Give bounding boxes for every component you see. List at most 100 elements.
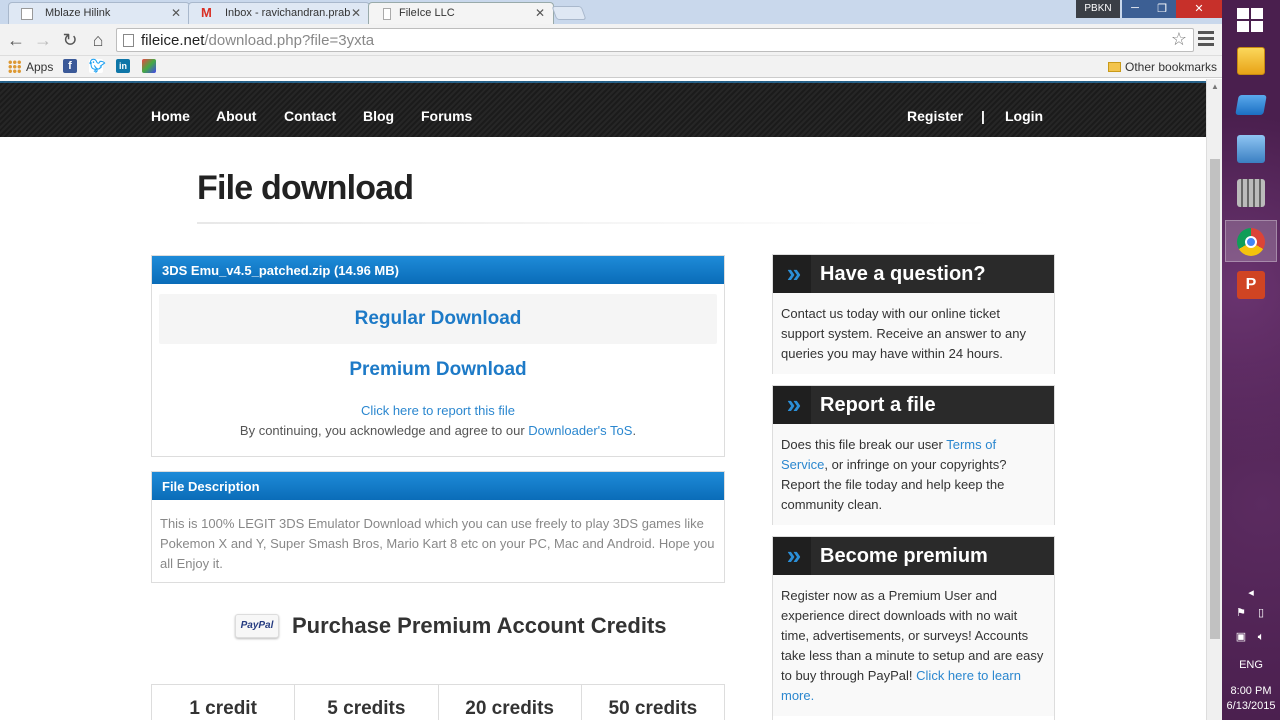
nav-blog[interactable]: Blog [363,108,394,124]
tab-title: FileIce LLC [399,7,455,19]
report-box: » Report a file Does this file break our… [772,385,1055,525]
credit-option-20[interactable]: 20 credits [439,685,582,720]
profile-badge[interactable]: PBKN [1076,0,1120,18]
bookmarks-bar: Apps f 🐦︎ in Other bookmarks [0,56,1222,78]
file-explorer-icon [1237,47,1265,75]
tray-icons-row-1: ⚑ ▯ [1222,606,1280,619]
address-bar[interactable]: fileice.net/download.php?file=3yxta ☆ [116,28,1194,52]
tab-mblaze[interactable]: Mblaze Hilink ✕ [8,2,190,24]
page-icon [123,34,134,47]
taskbar-app-3[interactable] [1225,128,1277,170]
page-icon [383,8,391,20]
nav-about[interactable]: About [216,108,256,124]
remote-desktop-icon [1237,135,1265,163]
page-viewport: Home About Contact Blog Forums Register … [0,79,1206,720]
chevron-left-icon[interactable]: ◂ [1248,587,1254,599]
taskbar-chrome[interactable] [1225,220,1277,262]
report-file-link[interactable]: Click here to report this file [152,403,724,418]
powerpoint-icon: P [1237,271,1265,299]
apps-shortcut[interactable]: Apps [26,60,53,74]
windows-start-icon[interactable] [1237,8,1263,32]
tab-gmail[interactable]: M Inbox - ravichandran.prab ✕ [188,2,370,24]
credit-option-1[interactable]: 1 credit [152,685,296,720]
close-tab-icon[interactable]: ✕ [171,6,181,20]
tray-icons-row-2: ▣ 🔈︎ [1222,630,1280,643]
browser-tab-strip: Mblaze Hilink ✕ M Inbox - ravichandran.p… [0,0,1222,24]
taskbar-powerpoint[interactable]: P [1225,264,1277,306]
premium-download-button[interactable]: Premium Download [152,359,724,381]
url-path: /download.php?file=3yxta [204,32,375,49]
new-tab-button[interactable] [551,6,587,20]
description-header: File Description [152,472,724,500]
description-text: This is 100% LEGIT 3DS Emulator Download… [160,516,715,571]
network-app-icon [1237,179,1265,207]
reload-icon[interactable]: ↻ [60,30,80,50]
double-chevron-icon: » [773,255,811,293]
restore-icon[interactable]: ❐ [1148,0,1176,18]
close-tab-icon[interactable]: ✕ [350,6,361,20]
premium-title: Become premium [820,545,988,567]
double-chevron-icon: » [773,537,811,575]
file-name-header: 3DS Emu_v4.5_patched.zip (14.96 MB) [152,256,724,284]
premium-body: Register now as a Premium User and exper… [773,575,1054,716]
bookmark-star-icon[interactable]: ☆ [1171,29,1187,50]
language-indicator[interactable]: ENG [1222,659,1280,671]
home-icon[interactable]: ⌂ [88,30,108,50]
tab-title: Inbox - ravichandran.prab [225,7,351,19]
tab-fileice[interactable]: FileIce LLC ✕ [368,2,554,24]
nav-contact[interactable]: Contact [284,108,336,124]
credit-option-5[interactable]: 5 credits [295,685,439,720]
purchase-title: Purchase Premium Account Credits [292,613,667,638]
volume-icon[interactable]: 🔈︎ [1254,631,1268,643]
scrollbar-thumb[interactable] [1210,159,1220,639]
back-arrow-icon[interactable]: ← [6,30,26,50]
url-host: fileice.net [141,32,205,49]
nav-login[interactable]: Login [1005,108,1043,124]
nav-separator: | [981,108,985,124]
report-title: Report a file [820,394,936,416]
window-app-icon [1235,95,1267,115]
question-body: Contact us today with our online ticket … [773,293,1054,374]
tos-notice: By continuing, you acknowledge and agree… [239,423,637,438]
twitter-icon[interactable]: 🐦︎ [89,59,106,73]
bookmark-site-icon[interactable] [142,59,156,73]
page-icon [21,8,33,20]
scroll-up-icon[interactable]: ▲ [1211,82,1219,91]
tray-expand[interactable]: ◂ [1222,586,1280,599]
download-panel: 3DS Emu_v4.5_patched.zip (14.96 MB) Regu… [151,255,725,457]
close-tab-icon[interactable]: ✕ [535,6,545,20]
forward-arrow-icon[interactable]: → [33,30,53,50]
nav-forums[interactable]: Forums [421,108,472,124]
clock-date[interactable]: 6/13/2015 [1222,700,1280,712]
linkedin-icon[interactable]: in [116,59,130,73]
nav-home[interactable]: Home [151,108,190,124]
site-navbar: Home About Contact Blog Forums Register … [0,81,1206,137]
tos-link[interactable]: Downloader's ToS [528,423,632,438]
flag-icon[interactable]: ⚑ [1234,606,1248,619]
other-bookmarks[interactable]: Other bookmarks [1108,60,1217,74]
facebook-icon[interactable]: f [63,59,77,73]
question-title: Have a question? [820,263,986,285]
network-icon[interactable]: ▣ [1234,630,1248,643]
gmail-icon: M [201,5,212,20]
nav-register[interactable]: Register [907,108,963,124]
title-divider [197,222,997,224]
taskbar-app-2[interactable] [1225,84,1277,126]
taskbar-file-explorer[interactable] [1225,40,1277,82]
report-body: Does this file break our user Terms of S… [773,424,1054,525]
clock-time[interactable]: 8:00 PM [1222,685,1280,697]
regular-download-button[interactable]: Regular Download [159,294,717,344]
page-scrollbar[interactable]: ▲ [1206,79,1222,720]
description-panel: File Description This is 100% LEGIT 3DS … [151,471,725,583]
close-window-icon[interactable]: ✕ [1176,0,1222,18]
apps-grid-icon[interactable] [8,60,21,73]
browser-toolbar: ← → ↻ ⌂ fileice.net/download.php?file=3y… [0,24,1222,56]
chrome-menu-icon[interactable] [1198,31,1214,49]
battery-icon[interactable]: ▯ [1254,606,1268,619]
taskbar-app-4[interactable] [1225,172,1277,214]
tab-title: Mblaze Hilink [45,7,111,19]
paypal-logo: PayPal [235,614,279,638]
minimize-icon[interactable]: ─ [1122,0,1148,18]
double-chevron-icon: » [773,386,811,424]
credit-option-50[interactable]: 50 credits [582,685,724,720]
